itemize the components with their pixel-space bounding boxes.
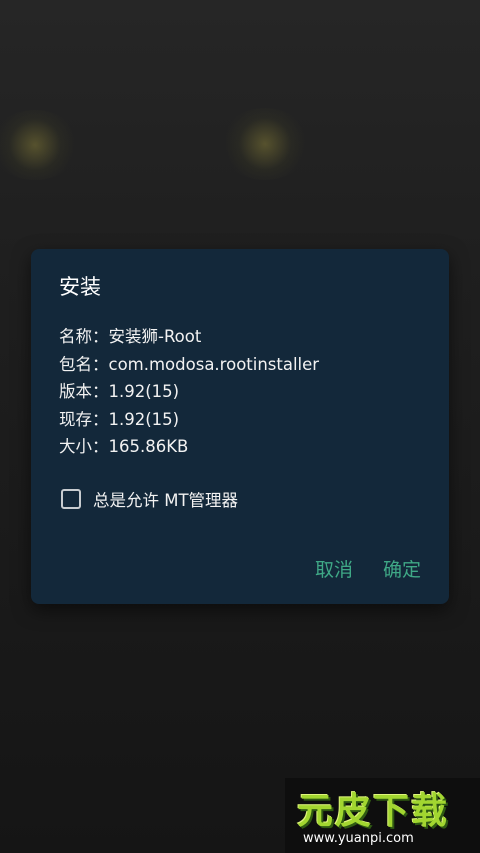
info-value: 安装狮-Root — [108, 327, 202, 346]
info-row-package: 包名：com.modosa.rootinstaller — [59, 351, 319, 379]
always-allow-row[interactable]: 总是允许 MT管理器 — [61, 487, 238, 511]
site-watermark: 元皮下载 www.yuanpi.com — [285, 778, 480, 853]
watermark-logo: 元皮下载 — [297, 791, 450, 832]
info-row-size: 大小：165.86KB — [59, 433, 319, 461]
info-label: 包名： — [59, 354, 109, 374]
info-value: 165.86KB — [108, 437, 189, 456]
info-row-version: 版本：1.92(15) — [59, 378, 319, 406]
install-dialog: 安装 名称：安装狮-Root 包名：com.modosa.rootinstall… — [31, 249, 449, 604]
info-label: 大小： — [59, 437, 109, 456]
info-label: 名称： — [59, 327, 109, 346]
background-blur-light — [220, 108, 310, 180]
info-value: com.modosa.rootinstaller — [108, 354, 320, 374]
info-row-name: 名称：安装狮-Root — [59, 323, 319, 351]
dialog-title: 安装 — [59, 275, 101, 299]
info-label: 现存： — [59, 409, 109, 429]
always-allow-checkbox[interactable] — [61, 489, 81, 509]
cancel-button[interactable]: 取消 — [315, 555, 353, 582]
app-info-list: 名称：安装狮-Root 包名：com.modosa.rootinstaller … — [59, 323, 319, 461]
info-value: 1.92(15) — [108, 409, 180, 429]
always-allow-label[interactable]: 总是允许 MT管理器 — [93, 487, 238, 511]
watermark-url: www.yuanpi.com — [303, 831, 414, 846]
info-row-installed: 现存：1.92(15) — [59, 406, 319, 434]
info-value: 1.92(15) — [108, 382, 180, 401]
dialog-actions: 取消 确定 — [315, 555, 421, 582]
background-blur-light — [0, 110, 80, 180]
info-label: 版本： — [59, 382, 109, 401]
confirm-button[interactable]: 确定 — [383, 555, 421, 582]
